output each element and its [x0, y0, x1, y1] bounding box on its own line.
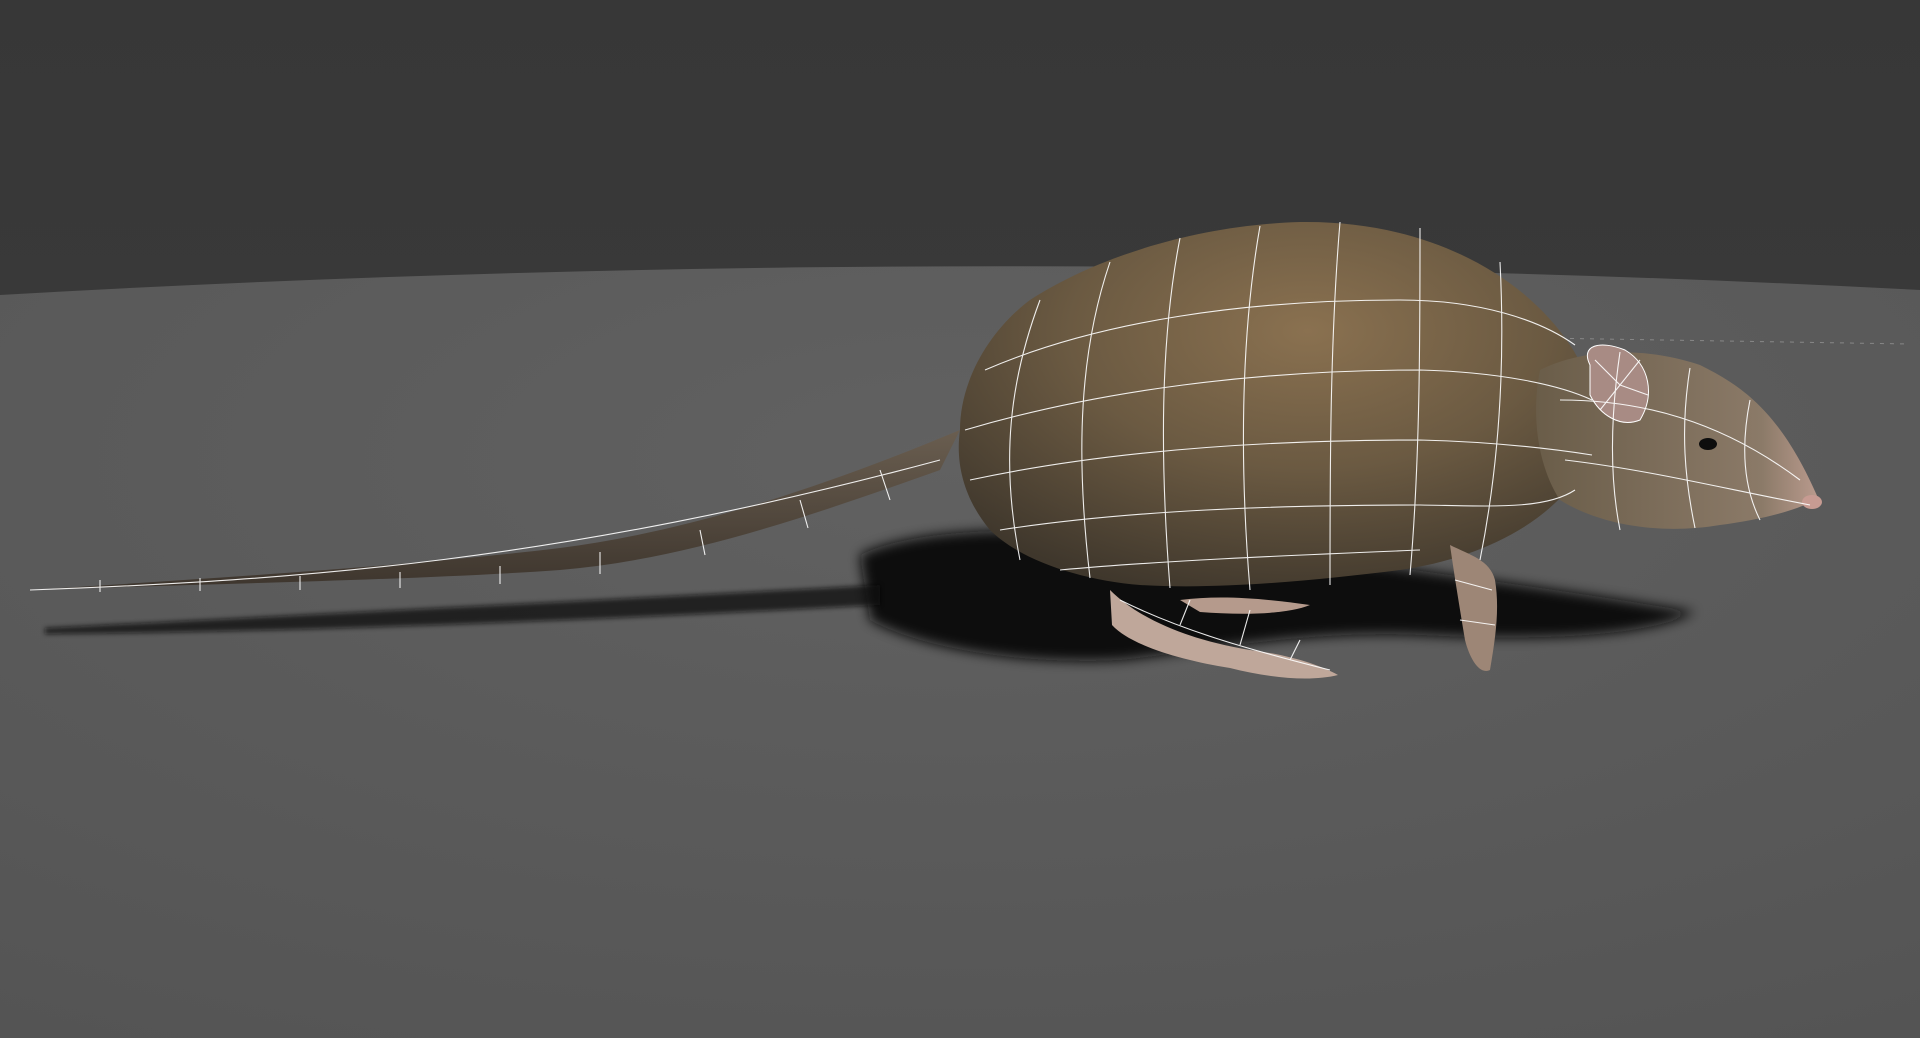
rat-eye [1699, 438, 1717, 450]
rat-nose [1802, 495, 1822, 509]
3d-viewport[interactable] [0, 0, 1920, 1038]
rat-model-render [0, 0, 1920, 1038]
